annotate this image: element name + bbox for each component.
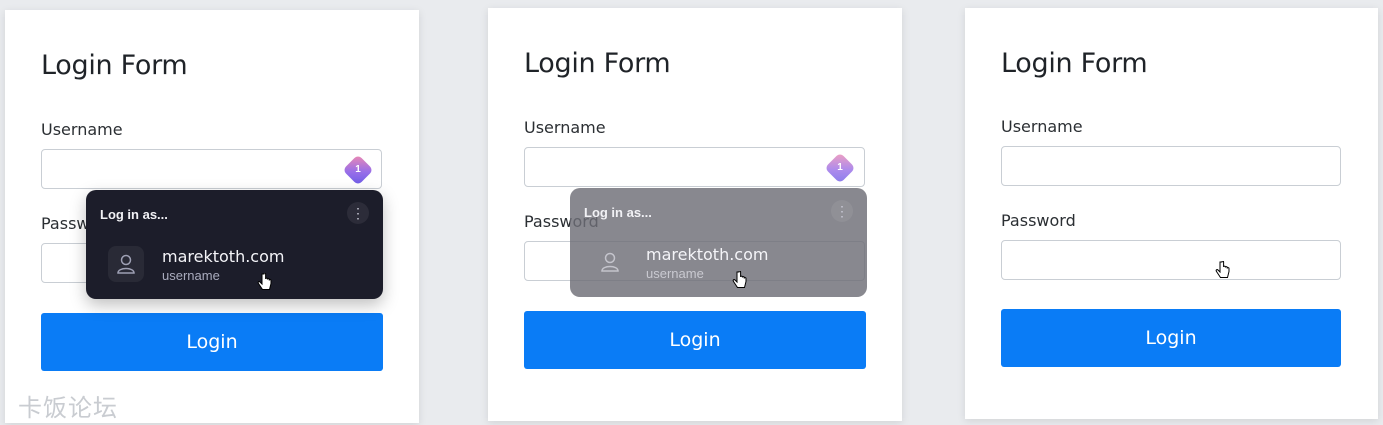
credential-domain[interactable]: marektoth.com xyxy=(646,245,768,264)
login-button[interactable]: Login xyxy=(1001,309,1341,367)
page-title: Login Form xyxy=(524,48,671,79)
popup-header: Log in as... xyxy=(584,205,652,220)
credential-username: username xyxy=(162,268,220,283)
username-label: Username xyxy=(524,118,606,137)
page-title: Login Form xyxy=(1001,48,1148,79)
badge-count: 1 xyxy=(837,162,843,173)
credential-domain[interactable]: marektoth.com xyxy=(162,247,284,266)
login-button[interactable]: Login xyxy=(524,311,866,369)
user-icon xyxy=(108,246,144,282)
username-input[interactable] xyxy=(1001,146,1341,186)
autofill-popup: Log in as... ⋮ marektoth.com username xyxy=(86,190,383,299)
hand-cursor-icon xyxy=(732,271,747,288)
username-label: Username xyxy=(41,120,123,139)
username-label: Username xyxy=(1001,117,1083,136)
password-input[interactable] xyxy=(1001,240,1341,280)
more-options-icon[interactable]: ⋮ xyxy=(347,202,369,224)
password-manager-badge[interactable]: 1 xyxy=(824,152,856,184)
hand-cursor-icon xyxy=(1215,261,1230,278)
popup-header: Log in as... xyxy=(100,207,168,222)
password-manager-badge[interactable]: 1 xyxy=(342,154,374,186)
username-input[interactable] xyxy=(524,147,865,187)
badge-count: 1 xyxy=(355,164,361,175)
hand-cursor-icon xyxy=(257,273,272,290)
page-title: Login Form xyxy=(41,50,188,81)
autofill-popup-fading: Log in as... ⋮ marektoth.com username xyxy=(570,188,867,297)
login-button[interactable]: Login xyxy=(41,313,383,371)
login-panel-3: Login Form Username Password Login xyxy=(965,8,1378,419)
username-input[interactable] xyxy=(41,149,382,189)
user-icon xyxy=(592,244,628,280)
password-label: Password xyxy=(1001,211,1076,230)
credential-username: username xyxy=(646,266,704,281)
more-options-icon[interactable]: ⋮ xyxy=(831,200,853,222)
watermark: 卡饭论坛 xyxy=(18,394,118,422)
